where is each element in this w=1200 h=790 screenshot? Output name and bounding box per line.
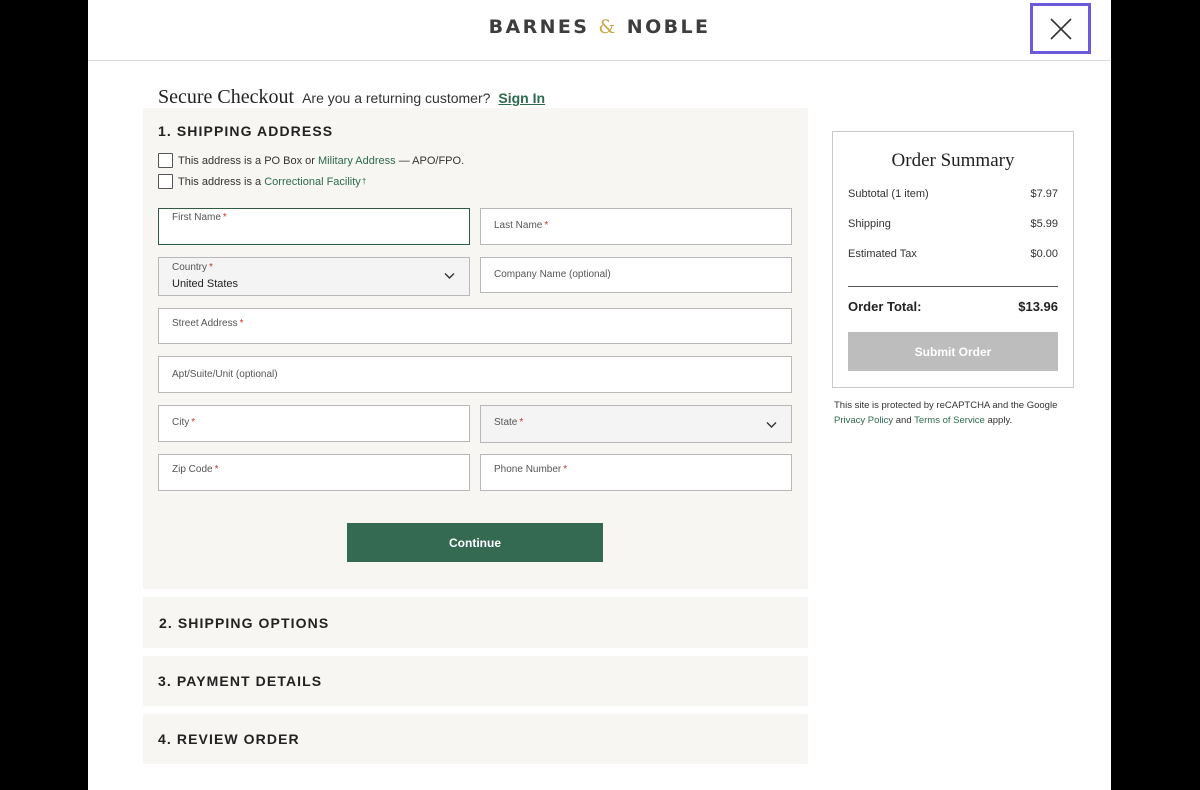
recaptcha-and: and — [895, 415, 912, 426]
tax-label: Estimated Tax — [848, 248, 917, 260]
po-box-suffix: — APO/FPO. — [398, 154, 465, 167]
order-summary: Order Summary Subtotal (1 item) $7.97 Sh… — [832, 131, 1074, 388]
chevron-down-icon — [444, 273, 455, 279]
po-box-row: This address is a PO Box or Military Add… — [158, 153, 464, 168]
apt-suite-field[interactable]: Apt/Suite/Unit (optional) — [158, 356, 792, 393]
correctional-row: This address is a Correctional Facility † — [158, 174, 366, 189]
review-order-title: 4. REVIEW ORDER — [158, 731, 300, 747]
subtotal-label: Subtotal (1 item) — [848, 188, 929, 200]
country-label: Country * — [172, 262, 213, 273]
subtotal-row: Subtotal (1 item) $7.97 — [848, 188, 1058, 200]
street-address-field[interactable]: Street Address * — [158, 308, 792, 344]
phone-number-field[interactable]: Phone Number * — [480, 454, 792, 491]
recaptcha-text: This site is protected by reCAPTCHA and … — [834, 400, 1058, 411]
subtotal-value: $7.97 — [1030, 188, 1058, 200]
dagger-mark: † — [361, 177, 367, 186]
country-value: United States — [172, 278, 239, 290]
required-mark: * — [222, 212, 227, 223]
submit-order-button[interactable]: Submit Order — [848, 332, 1058, 371]
continue-button[interactable]: Continue — [347, 523, 603, 562]
po-box-text: This address is a PO Box or — [178, 154, 315, 167]
required-mark: * — [544, 220, 549, 231]
sign-in-link[interactable]: Sign In — [498, 90, 545, 106]
tax-value: $0.00 — [1030, 248, 1058, 260]
street-address-label: Street Address * — [172, 318, 244, 329]
recaptcha-notice: This site is protected by reCAPTCHA and … — [834, 398, 1084, 428]
order-total-value: $13.96 — [1018, 299, 1058, 314]
shipping-row: Shipping $5.99 — [848, 218, 1058, 230]
city-field[interactable]: City * — [158, 405, 470, 442]
chevron-down-icon — [766, 422, 777, 428]
payment-details-title: 3. PAYMENT DETAILS — [158, 673, 323, 689]
city-label: City * — [172, 417, 196, 428]
order-total-label: Order Total: — [848, 299, 922, 314]
order-total-row: Order Total: $13.96 — [848, 299, 1058, 314]
shipping-options-title: 2. SHIPPING OPTIONS — [159, 615, 330, 631]
tax-row: Estimated Tax $0.00 — [848, 248, 1058, 260]
review-order-section[interactable]: 4. REVIEW ORDER — [143, 714, 808, 764]
apt-suite-label: Apt/Suite/Unit (optional) — [172, 369, 278, 380]
first-name-label: First Name * — [172, 212, 227, 223]
required-mark: * — [563, 464, 568, 475]
shipping-value: $5.99 — [1030, 218, 1058, 230]
checkout-page: BARNES & NOBLE Secure Checkout Are you a… — [88, 0, 1111, 790]
phone-number-label: Phone Number * — [494, 464, 568, 475]
state-select[interactable]: State * — [480, 405, 792, 443]
required-mark: * — [209, 262, 213, 273]
shipping-label: Shipping — [848, 218, 891, 230]
po-box-checkbox[interactable] — [158, 153, 173, 168]
top-bar: BARNES & NOBLE — [88, 0, 1111, 61]
required-mark: * — [239, 318, 244, 329]
first-name-field[interactable]: First Name * — [158, 208, 470, 245]
checkout-headline: Secure Checkout Are you a returning cust… — [158, 86, 545, 109]
country-select[interactable]: Country * United States — [158, 257, 470, 296]
military-address-link[interactable]: Military Address — [318, 155, 396, 167]
zip-code-field[interactable]: Zip Code * — [158, 454, 470, 491]
returning-customer-prompt: Are you a returning customer? — [302, 90, 491, 106]
recaptcha-apply: apply. — [987, 415, 1013, 426]
brand-logo-right: NOBLE — [626, 16, 711, 38]
correctional-checkbox[interactable] — [158, 174, 173, 189]
company-name-field[interactable]: Company Name (optional) — [480, 257, 792, 293]
shipping-address-section: 1. SHIPPING ADDRESS This address is a PO… — [143, 108, 808, 589]
shipping-options-section[interactable]: 2. SHIPPING OPTIONS — [143, 597, 808, 648]
brand-logo-ampersand: & — [598, 16, 618, 38]
page-title: Secure Checkout — [158, 86, 295, 108]
required-mark: * — [214, 464, 219, 475]
brand-logo-left: BARNES — [488, 16, 590, 38]
privacy-policy-link[interactable]: Privacy Policy — [834, 415, 893, 426]
terms-of-service-link[interactable]: Terms of Service — [914, 415, 985, 426]
last-name-label: Last Name * — [494, 220, 549, 231]
zip-code-label: Zip Code * — [172, 464, 219, 475]
correctional-text: This address is a — [178, 175, 262, 188]
brand-logo: BARNES & NOBLE — [88, 16, 1111, 38]
required-mark: * — [191, 417, 196, 428]
required-mark: * — [519, 417, 524, 428]
payment-details-section[interactable]: 3. PAYMENT DETAILS — [143, 656, 808, 706]
shipping-address-title: 1. SHIPPING ADDRESS — [158, 123, 334, 139]
correctional-facility-link[interactable]: Correctional Facility — [264, 176, 361, 188]
company-name-label: Company Name (optional) — [494, 269, 611, 280]
close-x-icon — [1049, 17, 1072, 40]
summary-divider — [848, 286, 1058, 287]
state-label: State * — [494, 417, 524, 428]
close-button[interactable] — [1030, 3, 1091, 54]
last-name-field[interactable]: Last Name * — [480, 208, 792, 245]
order-summary-title: Order Summary — [891, 150, 1015, 171]
